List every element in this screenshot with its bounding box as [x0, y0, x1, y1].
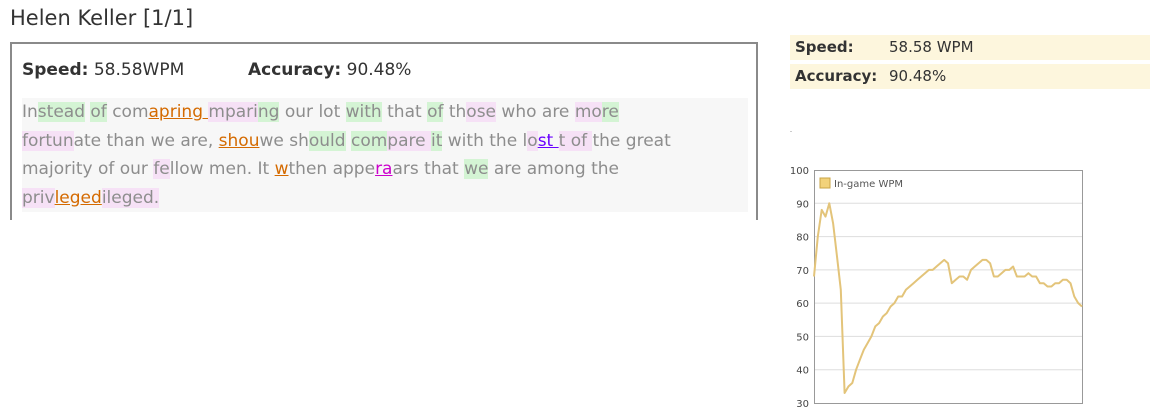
correct-segment: of: [427, 102, 444, 122]
typed-text: Instead of comapring mparing our lot wit…: [22, 98, 748, 212]
text-segment: th: [443, 102, 467, 122]
partial-segment: fe: [153, 159, 170, 179]
error-segment: shou: [218, 130, 260, 151]
summary-accuracy-value: 90.48%: [889, 67, 947, 85]
correct-segment: with: [345, 102, 382, 122]
partial-segment: pare: [387, 130, 431, 151]
partial-segment: mo: [574, 102, 602, 122]
summary-accuracy-label: Accuracy:: [795, 67, 878, 85]
accuracy-value: 90.48%: [346, 60, 412, 80]
text-segment: In: [22, 102, 38, 122]
error-segment: leged: [54, 187, 102, 208]
correct-segment: com: [350, 130, 388, 151]
text-segment: ate than we are,: [73, 130, 219, 151]
summary-speed-value: 58.58 WPM: [889, 38, 974, 56]
y-tick-label: 80: [796, 233, 809, 244]
wpm-chart: 30 40 50 60 70 80 90 100 In-game WPM: [780, 160, 1090, 410]
speed-value: 58.58WPM: [93, 60, 185, 80]
partial-segment: ileged.: [101, 187, 160, 208]
typed-line: privlegedileged.: [22, 184, 748, 213]
y-tick-label: 90: [796, 199, 809, 210]
text-segment: majority of our: [22, 159, 154, 179]
text-segment: ars that: [392, 159, 465, 179]
y-tick-label: 100: [790, 166, 809, 177]
partial-segment: ose: [466, 102, 497, 122]
summary-speed-label: Speed:: [795, 38, 854, 56]
text-segment: then appe: [288, 159, 376, 179]
correct-segment: we: [464, 159, 489, 179]
accuracy-label: Accuracy:: [248, 60, 342, 80]
text-segment: the great: [592, 130, 671, 151]
plot-frame: [814, 170, 1083, 404]
correct-segment: re: [601, 102, 619, 122]
cursor-segment: st: [537, 130, 559, 151]
text-segment: llow men. It: [169, 159, 275, 179]
typed-line: majority of our fellow men. It wthen app…: [22, 155, 748, 184]
text-segment: that: [381, 102, 428, 122]
y-tick-label: 50: [796, 332, 809, 343]
y-tick-label: 40: [796, 366, 809, 377]
accuracy-stat: Accuracy: 90.48%: [248, 60, 411, 80]
text-segment: our lot: [279, 102, 346, 122]
y-tick-label: 30: [796, 399, 809, 410]
summary-speed-row: Speed: 58.58 WPM: [790, 35, 1150, 60]
correct-segment: stead: [37, 102, 85, 122]
correct-segment: of: [90, 102, 107, 122]
error-segment: w: [274, 159, 289, 179]
text-segment: with the l: [442, 130, 528, 151]
typed-line: fortunate than we are, shouwe should com…: [22, 127, 748, 156]
correct-segment: ng: [257, 102, 280, 122]
typed-line: Instead of comapring mparing our lot wit…: [22, 98, 748, 127]
text-segment: are among the: [488, 159, 620, 179]
extra-char-segment: ra: [375, 159, 393, 179]
text-segment: we sh: [259, 130, 309, 151]
speed-label: Speed:: [22, 60, 89, 80]
partial-segment: fortun: [22, 130, 74, 151]
partial-segment: t of: [558, 130, 593, 151]
legend-label: In-game WPM: [834, 179, 903, 190]
page-title: Helen Keller [1/1]: [10, 6, 194, 30]
summary-table: Speed: 58.58 WPM Accuracy: 90.48%: [790, 35, 1150, 93]
wpm-chart-svg: 30 40 50 60 70 80 90 100 In-game WPM: [790, 166, 1083, 410]
text-segment: com: [106, 102, 149, 122]
error-segment: apring: [148, 102, 209, 122]
y-tick-label: 60: [796, 299, 809, 310]
series-line: [813, 202, 1083, 394]
summary-accuracy-row: Accuracy: 90.48%: [790, 64, 1150, 89]
stats-row: Speed: 58.58WPM Accuracy: 90.48%: [22, 60, 411, 80]
correct-segment: it: [430, 130, 443, 151]
y-tick-label: 70: [796, 266, 809, 277]
typing-result-panel: Speed: 58.58WPM Accuracy: 90.48% Instead…: [10, 42, 758, 220]
partial-segment: mpari: [208, 102, 258, 122]
divider-dot: [790, 131, 792, 132]
text-segment: who are: [496, 102, 575, 122]
legend-swatch: [819, 177, 831, 189]
partial-segment: o: [527, 130, 538, 151]
partial-segment: priv: [22, 187, 55, 208]
correct-segment: ould: [308, 130, 346, 151]
